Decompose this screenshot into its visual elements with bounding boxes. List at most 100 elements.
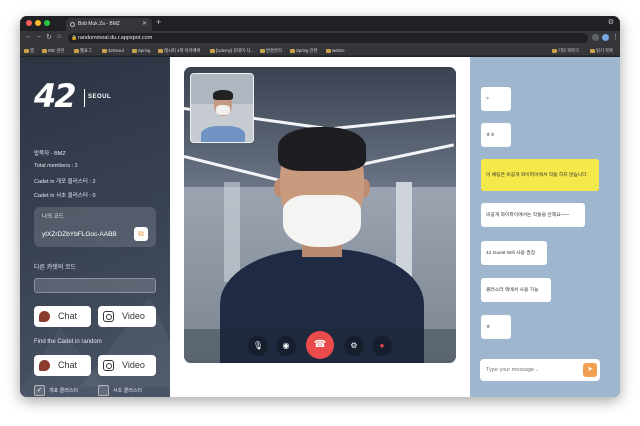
video-button[interactable]: Video [98,306,156,327]
bookmark-label: 변경관리 [266,48,282,53]
chat-input[interactable] [480,359,600,381]
logo-seoul: SEOUL [88,94,112,100]
chat-message-text: ? [486,96,489,102]
find-video-label: Video [122,360,145,370]
chat-message-text: ㅎ [486,324,491,330]
video-pillar [224,182,240,282]
new-tab-button[interactable]: + [156,17,161,27]
find-chat-label: Chat [58,360,78,370]
tab-close-icon[interactable]: ✕ [142,18,147,31]
bookmark-item[interactable]: 42Seoul [102,46,124,55]
folder-icon [158,49,163,53]
bookmark-item[interactable]: webrtc [326,46,345,55]
reload-icon[interactable]: ↻ [46,33,52,41]
phone-hangup-icon: ☎ [313,339,327,350]
folder-icon [552,49,557,53]
bookmark-item[interactable]: 변경관리 [260,46,282,55]
my-code-value: ytXZrDZbYbFLGoc-AABB [42,231,117,238]
bookmark-label: 42Seoul [108,48,124,53]
cadet-seocho-count: Cadet in 서초 클러스터 : 0 [34,193,96,199]
settings-button[interactable]: ⚙ [344,336,364,356]
copy-code-button[interactable]: ⧉ [134,227,148,241]
ceiling-light [333,114,456,130]
copy-icon: ⧉ [138,229,144,238]
hangup-button[interactable]: ☎ [306,331,334,359]
folder-icon [210,49,215,53]
folder-icon [102,49,107,53]
seocho-checkbox[interactable] [98,385,109,396]
bookmark-item[interactable]: Spring [132,46,150,55]
chat-message: ? [481,87,511,111]
lock-icon: 🔒 [71,35,78,41]
record-icon: ● [379,341,385,350]
extension-icon[interactable] [592,34,599,41]
profile-avatar[interactable] [602,34,609,41]
folder-icon [42,49,47,53]
gear-icon[interactable]: ⚙ [608,18,614,26]
total-members: Total members : 2 [34,163,78,169]
menu-icon[interactable]: ⋮ [612,33,619,41]
record-button[interactable]: ● [372,336,392,356]
bookmark-label: Spring [138,48,151,53]
bookmark-item[interactable]: Spring 관련 [290,46,318,55]
title-bar: Bob Muk Za - BMZ ✕ + ⚙ [20,16,620,31]
address-bar-row: ← → ↻ ⌂ 🔒 randommeal.du.r.appspot.com ⋮ [20,31,620,45]
forward-icon[interactable]: → [35,33,42,40]
url-text: randommeal.du.r.appspot.com [78,35,153,41]
maximize-window-icon[interactable] [44,20,50,26]
mic-off-icon: 🎙 [252,341,264,350]
browser-tab[interactable]: Bob Muk Za - BMZ ✕ [66,18,152,31]
folder-icon [132,49,137,53]
chat-icon [39,360,50,371]
ceiling-light [351,143,455,168]
bookmark-item[interactable]: IDE 관련 [42,46,64,55]
bookmarks-bar: 앱 IDE 관련 웹표그 42Seoul Spring 레시피 4파 아카에버 … [20,45,620,56]
send-button[interactable]: ➤ [583,363,597,377]
video-area: 🎙 ◉ ☎ ⚙ ● [170,57,470,397]
chat-message-text: ㅎㅎ [486,132,495,138]
other-code-input[interactable] [34,278,156,293]
chat-panel: ? ㅎㅎ 이 채팅은 비공개 와이파이에서 작동 하지 않습니다. 비공개 와이… [470,57,620,397]
camera-button[interactable]: ◉ [276,336,296,356]
chat-message-text: 42 Guest Wifi 사용 권장 [486,250,536,256]
sidebar: 42 SEOUL 밥묵자 - BMZ Total members : 2 Cad… [20,57,170,397]
chat-button[interactable]: Chat [34,306,91,327]
app-name: 밥묵자 - BMZ [34,151,66,157]
bookmark-item[interactable]: 읽기 목록 [590,46,613,55]
home-icon[interactable]: ⌂ [57,33,61,40]
bookmark-item[interactable]: [Udemy] 유데미 자... [210,46,254,55]
chat-button-label: Chat [58,311,78,321]
bookmark-label: 레시피 4파 아카에버 [164,48,201,53]
bookmark-item[interactable]: 기타 북마크 [552,46,579,55]
pip-hair [213,90,233,100]
pip-mask [216,105,230,115]
back-icon[interactable]: ← [25,33,32,40]
folder-icon [290,49,295,53]
bookmark-label: 웹표그 [80,48,92,53]
video-icon [103,311,114,322]
send-icon: ➤ [587,366,593,373]
mute-button[interactable]: 🎙 [248,336,268,356]
find-chat-button[interactable]: Chat [34,355,91,376]
url-bar[interactable]: 🔒 randommeal.du.r.appspot.com [68,33,588,43]
close-window-icon[interactable] [26,20,32,26]
bookmark-item[interactable]: 앱 [24,46,34,55]
logo-divider [84,89,85,107]
logo-42: 42 [34,77,77,115]
gaepo-checkbox[interactable]: ✓ [34,385,45,396]
video-icon [103,360,114,371]
chat-message-text: 클러스터 맥에서 사용 가능 [486,287,539,293]
minimize-window-icon[interactable] [35,20,41,26]
chat-message: 비공개 와이파이에서는 작동을 안해요~~~ [481,203,585,227]
call-controls: 🎙 ◉ ☎ ⚙ ● [184,329,456,363]
chat-message-text: 비공개 와이파이에서는 작동을 안해요~~~ [486,212,570,218]
globe-icon [70,22,75,27]
bookmark-item[interactable]: 웹표그 [74,46,92,55]
chat-icon [39,311,50,322]
folder-icon [74,49,79,53]
find-video-button[interactable]: Video [98,355,156,376]
find-random-label: Find the Cadet in random [34,339,102,345]
bookmark-item[interactable]: 레시피 4파 아카에버 [158,46,200,55]
chat-message: 42 Guest Wifi 사용 권장 [481,241,547,265]
chat-message-text: 이 채팅은 비공개 와이파이에서 작동 하지 않습니다. [486,172,589,178]
